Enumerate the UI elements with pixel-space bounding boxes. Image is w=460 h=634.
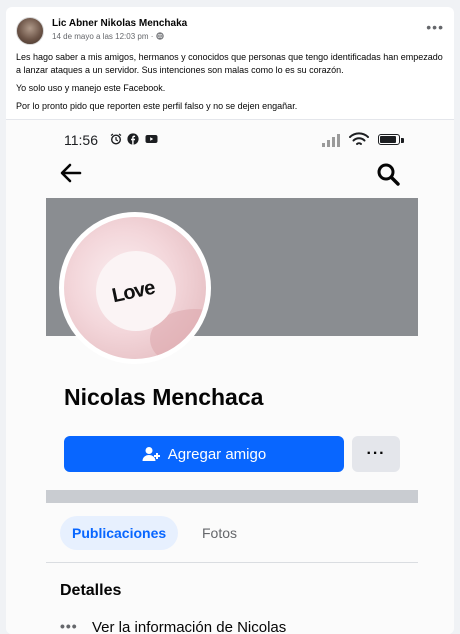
tab-fotos[interactable]: Fotos bbox=[202, 516, 237, 550]
search-icon[interactable] bbox=[376, 162, 400, 186]
post-body: Les hago saber a mis amigos, hermanos y … bbox=[16, 51, 444, 118]
signal-icon bbox=[322, 133, 342, 147]
post-timestamp[interactable]: 14 de mayo a las 12:03 pm · bbox=[52, 32, 153, 41]
post-paragraph: Les hago saber a mis amigos, hermanos y … bbox=[16, 52, 443, 75]
more-options-button[interactable]: ··· bbox=[352, 436, 400, 472]
post-meta: 14 de mayo a las 12:03 pm · bbox=[52, 32, 164, 41]
post-header: Lic Abner Nikolas Menchaka 14 de mayo a … bbox=[16, 17, 444, 45]
author-avatar[interactable] bbox=[16, 17, 44, 45]
profile-picture[interactable]: Love bbox=[59, 212, 211, 364]
tab-divider bbox=[46, 562, 418, 563]
facebook-icon bbox=[127, 133, 139, 145]
see-info-label: Ver la información de Nicolas bbox=[92, 619, 287, 634]
tab-publicaciones[interactable]: Publicaciones bbox=[60, 516, 179, 550]
details-heading: Detalles bbox=[60, 582, 122, 599]
battery-icon bbox=[378, 134, 400, 145]
add-friend-icon bbox=[142, 447, 160, 461]
phone-status-bar: 11:56 bbox=[64, 130, 404, 150]
add-friend-label: Agregar amigo bbox=[167, 445, 267, 463]
alarm-icon bbox=[110, 133, 122, 145]
youtube-icon bbox=[145, 135, 158, 143]
add-friend-button[interactable]: Agregar amigo bbox=[64, 436, 344, 472]
more-dots-icon: ••• bbox=[60, 618, 78, 634]
more-icon[interactable]: ••• bbox=[426, 20, 444, 34]
status-time: 11:56 bbox=[64, 132, 98, 148]
globe-icon bbox=[155, 32, 164, 40]
battery-cap bbox=[401, 138, 404, 143]
attached-screenshot[interactable]: 11:56 Love Nicolas Menchaca Agregar amig… bbox=[6, 119, 454, 634]
post-paragraph: Yo solo uso y manejo este Facebook. bbox=[16, 83, 166, 93]
profile-name: Nicolas Menchaca bbox=[64, 384, 264, 410]
status-icons bbox=[110, 133, 158, 147]
section-divider bbox=[46, 490, 418, 503]
back-arrow-icon[interactable] bbox=[58, 160, 84, 186]
wifi-icon bbox=[349, 132, 369, 145]
post-paragraph: Por lo pronto pido que reporten este per… bbox=[16, 101, 298, 111]
facebook-post: Lic Abner Nikolas Menchaka 14 de mayo a … bbox=[6, 7, 454, 634]
author-name[interactable]: Lic Abner Nikolas Menchaka bbox=[52, 18, 187, 29]
